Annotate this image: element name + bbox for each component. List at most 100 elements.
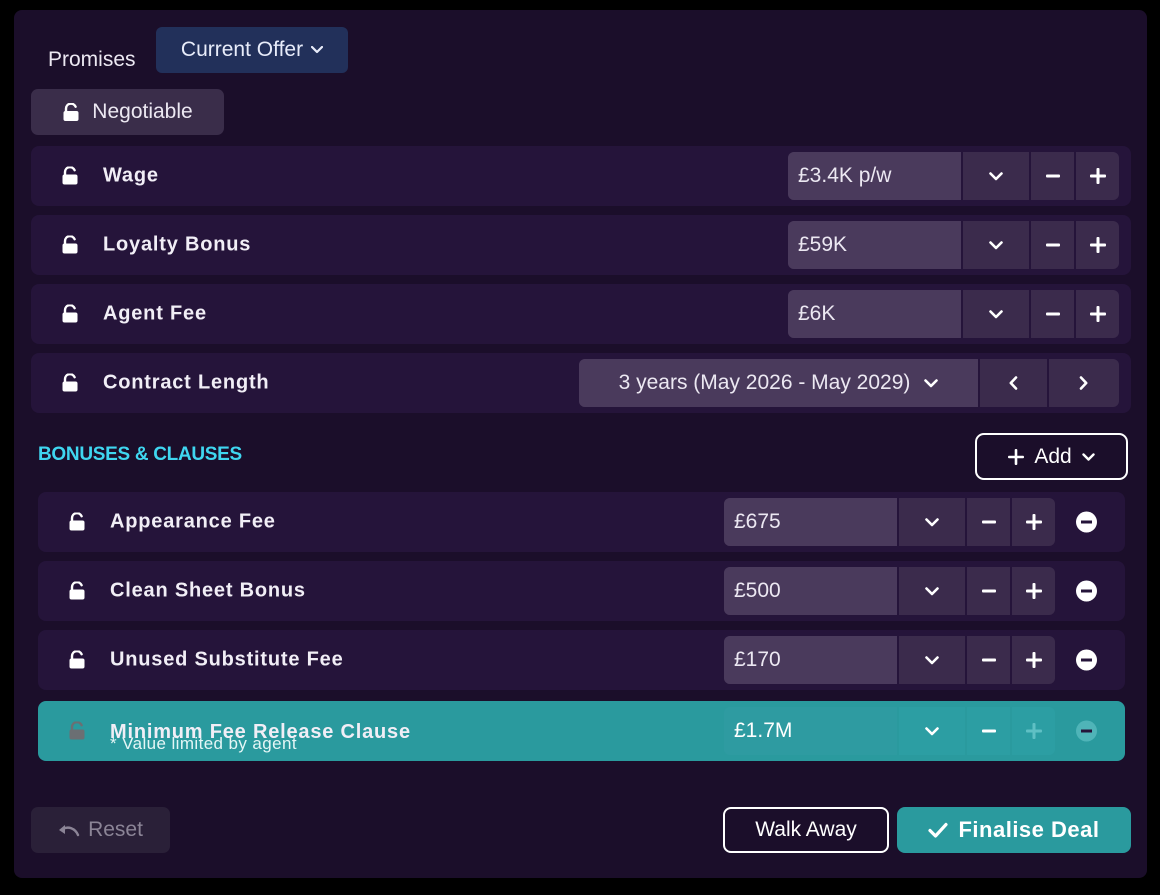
appearance-fee-row: Appearance Fee £675 <box>38 492 1125 552</box>
plus-icon <box>1089 306 1106 322</box>
plus-icon <box>1025 723 1042 739</box>
promises-label: Promises <box>48 48 136 71</box>
reset-label: Reset <box>88 818 143 841</box>
chevron-down-icon <box>989 309 1004 318</box>
wage-dropdown-button[interactable] <box>961 152 1029 200</box>
appearance-fee-dropdown-button[interactable] <box>897 498 965 546</box>
add-label: Add <box>1034 444 1072 468</box>
minimum-fee-release-clause-row[interactable]: Minimum Fee Release Clause * Value limit… <box>38 701 1125 761</box>
minus-icon <box>1045 312 1060 316</box>
plus-icon <box>1025 514 1042 530</box>
minus-icon <box>981 589 996 593</box>
agent-fee-decrease-button[interactable] <box>1029 290 1074 338</box>
reset-button[interactable]: Reset <box>31 807 170 853</box>
contract-length-value: 3 years (May 2026 - May 2029) <box>618 371 911 394</box>
undo-icon <box>59 825 80 837</box>
current-offer-dropdown[interactable]: Current Offer <box>156 27 348 73</box>
remove-appearance-fee-button[interactable] <box>1076 511 1097 533</box>
loyalty-bonus-dropdown-button[interactable] <box>961 221 1029 269</box>
plus-icon <box>1089 168 1106 184</box>
chevron-down-icon <box>925 655 940 664</box>
finalise-deal-button[interactable]: Finalise Deal <box>897 807 1131 853</box>
clean-sheet-bonus-value[interactable]: £500 <box>724 567 898 615</box>
unused-substitute-fee-dropdown-button[interactable] <box>897 636 965 684</box>
minus-icon <box>981 729 996 733</box>
loyalty-bonus-decrease-button[interactable] <box>1029 221 1074 269</box>
chevron-down-icon <box>925 517 940 526</box>
wage-row: Wage £3.4K p/w <box>31 146 1131 206</box>
wage-control: £3.4K p/w <box>788 152 1119 200</box>
contract-length-previous-button[interactable] <box>978 359 1047 407</box>
minus-icon <box>981 658 996 662</box>
contract-length-next-button[interactable] <box>1047 359 1117 407</box>
agent-fee-increase-button[interactable] <box>1074 290 1119 338</box>
agent-fee-value[interactable]: £6K <box>788 290 962 338</box>
minimum-fee-release-clause-value[interactable]: £1.7M <box>724 707 898 755</box>
unlock-icon[interactable] <box>68 581 86 601</box>
unlock-icon[interactable] <box>61 235 79 255</box>
unused-substitute-fee-increase-button[interactable] <box>1010 636 1055 684</box>
finalise-deal-label: Finalise Deal <box>958 817 1100 842</box>
unused-substitute-fee-label: Unused Substitute Fee <box>110 648 344 671</box>
loyalty-bonus-label: Loyalty Bonus <box>103 233 252 256</box>
chevron-down-icon <box>925 726 940 735</box>
wage-decrease-button[interactable] <box>1029 152 1074 200</box>
wage-value[interactable]: £3.4K p/w <box>788 152 962 200</box>
appearance-fee-increase-button[interactable] <box>1010 498 1055 546</box>
remove-minimum-fee-release-clause-button <box>1076 720 1097 742</box>
unlock-icon[interactable] <box>68 512 86 532</box>
plus-icon <box>1008 448 1025 465</box>
plus-icon <box>1025 583 1042 599</box>
remove-unused-substitute-fee-button[interactable] <box>1076 649 1097 671</box>
wage-increase-button[interactable] <box>1074 152 1119 200</box>
clean-sheet-bonus-increase-button[interactable] <box>1010 567 1055 615</box>
plus-icon <box>1089 237 1106 253</box>
contract-length-row: Contract Length 3 years (May 2026 - May … <box>31 353 1131 413</box>
unused-substitute-fee-control: £170 <box>724 636 1055 684</box>
minimum-fee-release-clause-dropdown-button[interactable] <box>897 707 966 755</box>
unlock-icon[interactable] <box>68 650 86 670</box>
unlock-icon[interactable] <box>61 304 79 324</box>
walk-away-label: Walk Away <box>755 818 857 841</box>
appearance-fee-value[interactable]: £675 <box>724 498 898 546</box>
negotiable-toggle[interactable]: Negotiable <box>31 89 224 135</box>
chevron-down-icon <box>989 240 1004 249</box>
unlock-icon[interactable] <box>61 373 79 393</box>
unused-substitute-fee-value[interactable]: £170 <box>724 636 898 684</box>
negotiable-label: Negotiable <box>92 100 193 123</box>
clean-sheet-bonus-label: Clean Sheet Bonus <box>110 579 306 602</box>
loyalty-bonus-row: Loyalty Bonus £59K <box>31 215 1131 275</box>
contract-length-dropdown[interactable]: 3 years (May 2026 - May 2029) <box>579 359 978 407</box>
clean-sheet-bonus-control: £500 <box>724 567 1055 615</box>
unlock-icon <box>62 102 80 122</box>
minimum-fee-release-clause-decrease-button[interactable] <box>965 707 1011 755</box>
unused-substitute-fee-decrease-button[interactable] <box>965 636 1010 684</box>
minus-icon <box>1045 243 1060 247</box>
walk-away-button[interactable]: Walk Away <box>723 807 889 853</box>
agent-fee-dropdown-button[interactable] <box>961 290 1029 338</box>
chevron-down-icon <box>924 378 939 387</box>
loyalty-bonus-control: £59K <box>788 221 1119 269</box>
add-bonus-button[interactable]: Add <box>975 433 1128 480</box>
chevron-down-icon <box>311 46 324 54</box>
chevron-down-icon <box>1081 452 1095 461</box>
loyalty-bonus-increase-button[interactable] <box>1074 221 1119 269</box>
remove-clean-sheet-bonus-button[interactable] <box>1076 580 1097 602</box>
current-offer-label: Current Offer <box>180 38 304 61</box>
agent-fee-label: Agent Fee <box>103 302 207 325</box>
lock-icon <box>68 721 86 741</box>
clean-sheet-bonus-decrease-button[interactable] <box>965 567 1010 615</box>
unlock-icon[interactable] <box>61 166 79 186</box>
plus-icon <box>1025 652 1042 668</box>
check-icon <box>928 822 949 838</box>
clean-sheet-bonus-row: Clean Sheet Bonus £500 <box>38 561 1125 621</box>
loyalty-bonus-value[interactable]: £59K <box>788 221 962 269</box>
wage-label: Wage <box>103 164 159 187</box>
chevron-left-icon <box>1009 376 1018 390</box>
minus-icon <box>1045 174 1060 178</box>
appearance-fee-decrease-button[interactable] <box>965 498 1010 546</box>
clean-sheet-bonus-dropdown-button[interactable] <box>897 567 965 615</box>
minus-icon <box>981 520 996 524</box>
bonuses-clauses-title: BONUSES & CLAUSES <box>38 444 242 465</box>
minimum-fee-release-clause-control: £1.7M <box>724 707 1055 755</box>
